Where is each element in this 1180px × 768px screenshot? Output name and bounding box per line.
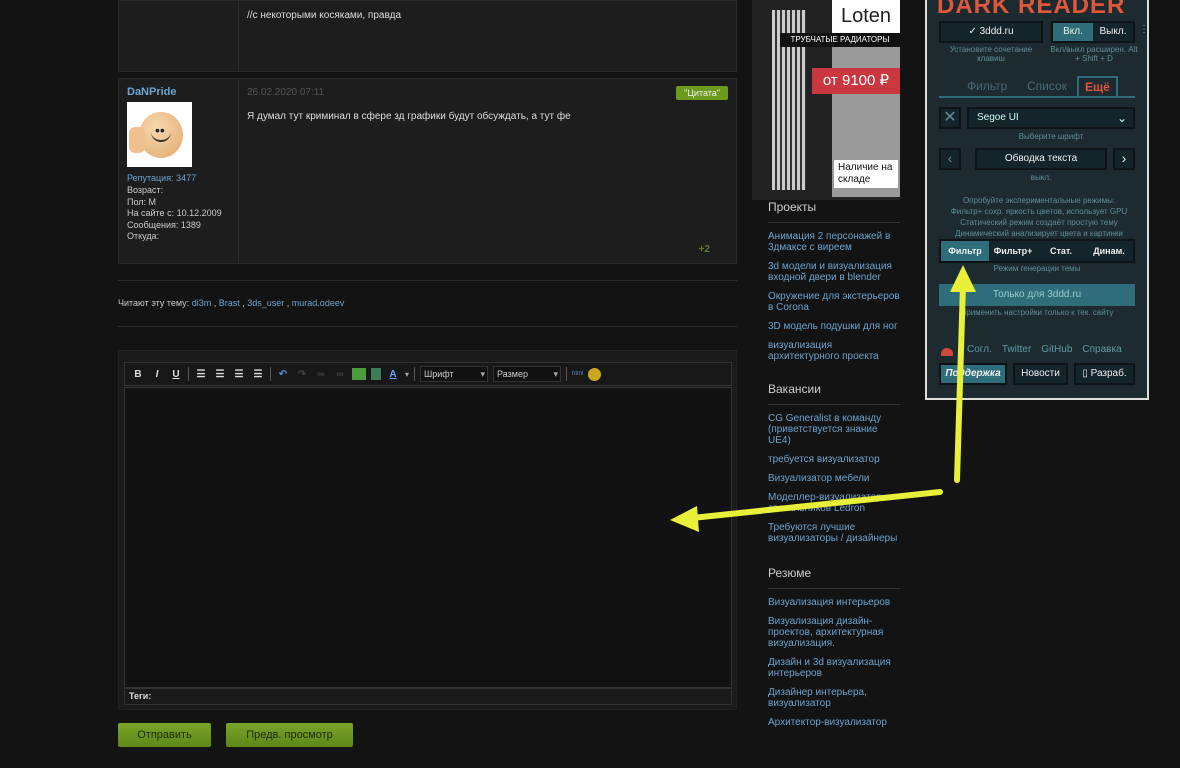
annotation-arrows: [670, 265, 976, 532]
arrow-head-up: [950, 265, 976, 292]
arrow-head-left: [670, 506, 699, 532]
arrow-line-up: [954, 282, 966, 483]
arrow-line-left: [689, 489, 943, 521]
